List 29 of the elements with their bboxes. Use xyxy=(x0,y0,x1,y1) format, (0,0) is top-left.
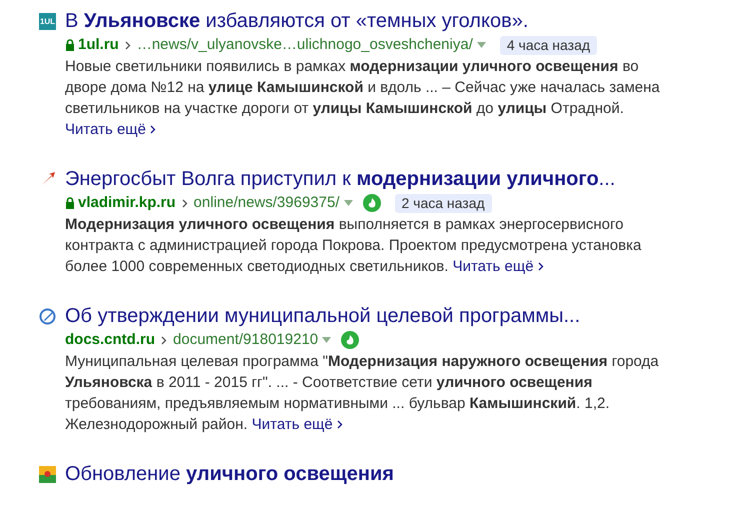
site-domain[interactable]: 1ul.ru xyxy=(78,35,119,55)
result-title[interactable]: Об утверждении муниципальной целевой программы... xyxy=(65,303,675,329)
read-more-link[interactable]: Читать ещё xyxy=(65,119,156,140)
site-domain[interactable]: docs.cntd.ru xyxy=(65,330,156,350)
chevron-icon xyxy=(538,262,544,271)
emblem-icon xyxy=(39,466,56,483)
url-path[interactable]: …news/v_ulyanovske…ulichnogo_osveshcheniya/ xyxy=(136,35,473,55)
result-title[interactable]: В Ульяновске избавляются от «темных уголков». xyxy=(65,8,675,34)
chevron-icon xyxy=(336,420,343,429)
read-more-link[interactable]: Читать ещё xyxy=(452,256,544,277)
site-logo: 1UL xyxy=(39,13,56,30)
url-path[interactable]: document/918019210 xyxy=(173,330,318,350)
chevron-icon xyxy=(150,125,156,134)
time-badge: 4 часа назад xyxy=(500,36,598,54)
result-snippet: Модернизация уличного освещения выполняется в рамках энергосервисного контракта с администрацией города Покрова. Проектом предусмотрена установка более 1000 современных светодиодных светильников. Читать ещё xyxy=(65,215,642,277)
time-badge: 2 часа назад xyxy=(394,194,492,212)
site-domain[interactable]: vladimir.kp.ru xyxy=(78,193,176,213)
chevron-icon xyxy=(124,40,131,50)
chevron-icon xyxy=(161,336,168,344)
dropdown-icon[interactable] xyxy=(476,42,486,48)
read-more-link[interactable]: Читать ещё xyxy=(252,414,343,435)
result-snippet: Муниципальная целевая программа "Модернизация наружного освещения города Ульяновска в 2011 - 2015 гг". ... - Соответствие сети уличного освещения требованиям, предъявляемым нормативными ... бульвар Камышинский. 1,2. Железнодорожный район. Читать ещё xyxy=(65,352,660,435)
chevron-icon xyxy=(182,198,188,208)
url-path[interactable]: online/news/3969375/ xyxy=(194,193,340,213)
dropdown-icon[interactable] xyxy=(322,336,332,344)
dropdown-icon[interactable] xyxy=(344,200,352,206)
result-title[interactable]: Энергосбыт Волга приступил к модернизации уличного... xyxy=(65,166,675,192)
result-snippet: Новые светильники появились в рамках модернизации уличного освещения во дворе дома №12 на улице Камышинской и вдоль ... – Сейчас уже началась замена светильников на участке дороги от улицы Камышинской до улицы Отрадной. Читать ещё xyxy=(65,57,661,140)
result-title[interactable]: Обновление уличного освещения xyxy=(65,461,675,487)
